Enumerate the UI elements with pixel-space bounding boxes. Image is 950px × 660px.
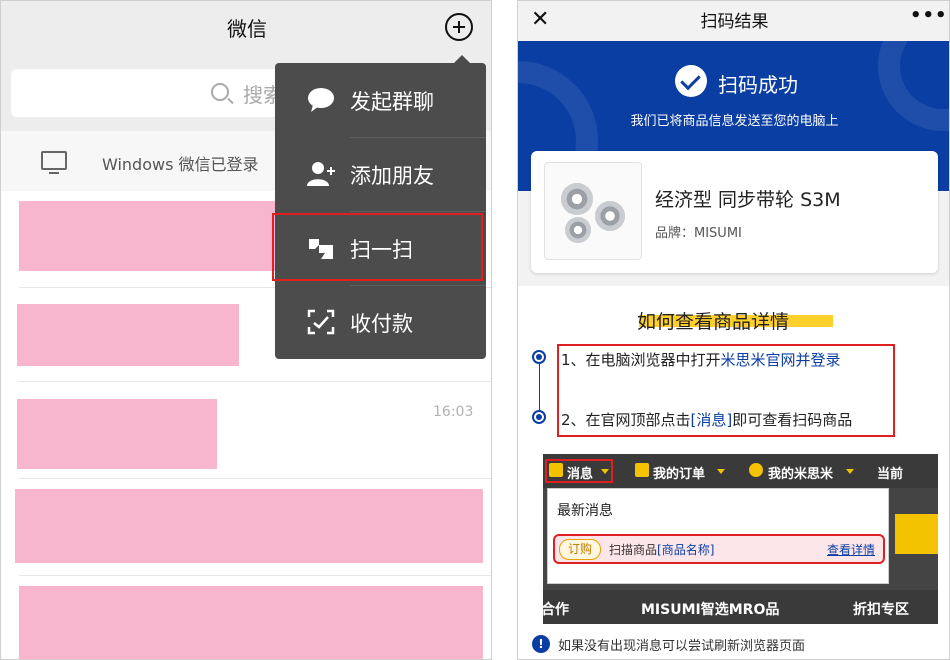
add-friend-icon <box>307 161 335 187</box>
divider <box>19 478 491 479</box>
step-2-link[interactable]: [消息] <box>691 411 733 429</box>
success-text: 扫码成功 <box>718 73 798 97</box>
scan-result-screen: ✕ 扫码结果 ••• 扫码成功 我们已将商品信息发送至您的电脑上 经济型 同步带… <box>517 0 950 660</box>
user-icon <box>749 463 763 477</box>
product-brand: 品牌：MISUMI <box>655 226 742 241</box>
search-icon <box>211 83 229 101</box>
redacted-chat-4[interactable] <box>15 489 483 563</box>
checkmark-icon <box>675 65 707 97</box>
view-detail-link: 查看详情 <box>827 543 876 557</box>
payment-icon <box>307 309 335 335</box>
redacted-chat-5[interactable] <box>19 586 483 659</box>
step-1-link[interactable]: 米思米官网并登录 <box>721 351 841 369</box>
scan-item-text: 扫描商品[商品名称] <box>609 543 715 557</box>
menu-label: 添加朋友 <box>350 164 434 188</box>
menu-item-payment[interactable]: 收付款 <box>275 285 486 359</box>
divider <box>19 575 491 576</box>
windows-login-text: Windows 微信已登录 <box>102 155 259 174</box>
wechat-title: 微信 <box>227 17 267 41</box>
nav-current: 当前 <box>877 467 904 482</box>
chat-bubble-icon <box>307 87 335 113</box>
product-name: 经济型 同步带轮 S3M <box>655 189 841 211</box>
chat-time: 16:03 <box>433 404 474 420</box>
order-icon <box>635 463 649 477</box>
divider <box>19 381 491 382</box>
plus-menu: 发起群聊 添加朋友 扫一扫 收付款 <box>275 63 486 359</box>
caret-down-icon <box>717 469 725 474</box>
latest-messages-title: 最新消息 <box>557 503 613 519</box>
step-connector <box>539 358 540 418</box>
howto-title: 如何查看商品详情 <box>637 311 790 333</box>
cart-icon <box>895 514 938 554</box>
menu-item-group-chat[interactable]: 发起群聊 <box>275 63 486 137</box>
bottom-discount: 折扣专区 <box>853 602 909 618</box>
order-tag: 订购 <box>559 539 601 560</box>
bottom-cooperation: 合作 <box>543 602 569 618</box>
nav-orders: 我的订单 <box>653 467 706 482</box>
redacted-chat-1[interactable] <box>19 201 277 271</box>
wechat-screen: 微信 搜索 Windows 微信已登录 16:03 发起群聊 添加朋友 扫一扫 … <box>0 0 492 660</box>
redacted-chat-3[interactable] <box>17 399 217 469</box>
plus-icon[interactable] <box>445 13 473 41</box>
messages-highlight-box <box>545 459 613 483</box>
website-illustration: 消息 我的订单 我的米思米 当前 最新消息 订购 扫描商品[商品名称] 查看详情… <box>543 454 938 624</box>
product-image <box>544 162 642 260</box>
success-subtext: 我们已将商品信息发送至您的电脑上 <box>630 114 839 129</box>
scan-result-title: 扫码结果 <box>700 12 769 32</box>
redacted-chat-2[interactable] <box>17 304 239 366</box>
step-dot-icon <box>532 350 546 364</box>
scan-highlight-box <box>272 213 483 281</box>
nav-my-misumi: 我的米思米 <box>768 467 834 482</box>
step-dot-icon <box>532 410 546 424</box>
more-icon[interactable]: ••• <box>910 5 948 26</box>
monitor-icon <box>41 151 67 174</box>
step-1: 1、在电脑浏览器中打开米思米官网并登录 <box>561 351 841 369</box>
exclamation-icon: ! <box>532 635 550 653</box>
bottom-mro: MISUMI智选MRO品 <box>641 602 780 618</box>
step-2: 2、在官网顶部点击[消息]即可查看扫码商品 <box>561 411 853 429</box>
caret-down-icon <box>846 469 854 474</box>
menu-item-add-friend[interactable]: 添加朋友 <box>275 137 486 211</box>
refresh-notice: 如果没有出现消息可以尝试刷新浏览器页面 <box>558 639 806 654</box>
menu-label: 发起群聊 <box>350 90 434 114</box>
menu-label: 收付款 <box>350 312 413 336</box>
